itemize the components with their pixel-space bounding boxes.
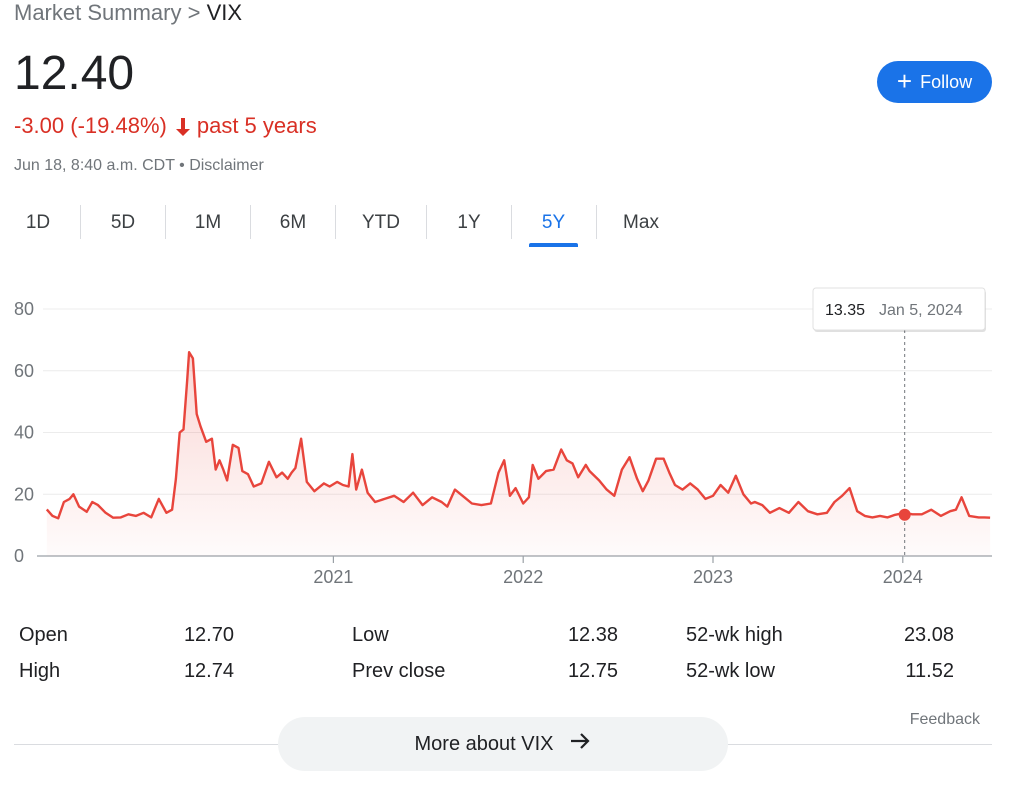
hover-point <box>898 508 911 521</box>
breadcrumb-current: VIX <box>206 0 243 25</box>
y-tick-label: 0 <box>14 546 24 566</box>
range-tabs: 1D 5D 1M 6M YTD 1Y 5Y Max <box>0 203 700 247</box>
stat-value-52wk-high: 23.08 <box>903 624 954 646</box>
tab-5y[interactable]: 5Y <box>529 203 578 247</box>
more-about-label: More about VIX <box>414 732 554 755</box>
tab-separator <box>335 205 336 239</box>
tab-ytd[interactable]: YTD <box>354 203 408 247</box>
tab-6m[interactable]: 6M <box>271 203 315 247</box>
stat-label-high: High <box>19 660 61 682</box>
tab-label: Max <box>623 212 659 233</box>
stat-label-open: Open <box>19 624 68 646</box>
stat-label-52wk-low: 52-wk low <box>686 660 775 682</box>
x-tick-label: 2023 <box>693 567 733 587</box>
tab-label: 5Y <box>541 212 566 233</box>
tab-max[interactable]: Max <box>616 203 666 247</box>
tab-label: 6M <box>279 212 307 233</box>
breadcrumb-parent[interactable]: Market Summary <box>14 0 181 25</box>
series-area <box>46 352 991 556</box>
stat-label-prev-close: Prev close <box>352 660 446 682</box>
tab-label: YTD <box>362 212 400 233</box>
y-tick-label: 20 <box>14 484 34 504</box>
timestamp-line: Jun 18, 8:40 a.m. CDT • Disclaimer <box>14 155 264 177</box>
tab-separator <box>250 205 251 239</box>
stat-value-high: 12.74 <box>183 660 234 682</box>
tab-5d[interactable]: 5D <box>101 203 145 247</box>
tab-separator <box>596 205 597 239</box>
stat-value-prev-close: 12.75 <box>567 660 618 682</box>
change-period: past 5 years <box>196 113 317 138</box>
x-tick-label: 2022 <box>503 567 543 587</box>
plus-icon: + <box>896 66 913 96</box>
price-chart[interactable]: 0 20 40 60 80 2021 2022 2023 2024 13.35 Jan 5, 202… <box>0 280 1026 600</box>
stat-label-low: Low <box>352 624 389 646</box>
stat-value-open: 12.70 <box>183 624 234 646</box>
tab-separator <box>80 205 81 239</box>
tab-separator <box>511 205 512 239</box>
tooltip-value: 13.35 <box>825 302 865 319</box>
disclaimer-link[interactable]: Disclaimer <box>189 157 264 174</box>
stat-label-52wk-high: 52-wk high <box>686 624 783 646</box>
x-tick-label: 2024 <box>883 567 923 587</box>
current-price: 12.40 <box>14 47 135 100</box>
bullet-separator: • <box>179 157 185 174</box>
follow-label: Follow <box>920 71 973 92</box>
feedback-link[interactable]: Feedback <box>910 711 980 729</box>
more-about-button[interactable]: More about VIX <box>278 717 728 771</box>
arrow-right-icon <box>569 731 591 757</box>
tab-1y[interactable]: 1Y <box>447 203 491 247</box>
tab-separator <box>426 205 427 239</box>
tab-1d[interactable]: 1D <box>16 203 60 247</box>
tab-label: 1M <box>194 212 222 233</box>
stat-value-low: 12.38 <box>567 624 618 646</box>
x-tick-label: 2021 <box>313 567 353 587</box>
timestamp: Jun 18, 8:40 a.m. CDT <box>14 157 175 174</box>
y-tick-label: 80 <box>14 299 34 319</box>
arrow-down-icon <box>175 116 191 136</box>
tooltip-date: Jan 5, 2024 <box>879 302 963 319</box>
y-tick-label: 60 <box>14 361 34 381</box>
tab-separator <box>165 205 166 239</box>
tab-label: 1D <box>25 212 51 233</box>
change-value: -3.00 (-19.48%) <box>14 113 167 138</box>
y-tick-label: 40 <box>14 423 34 443</box>
tab-label: 5D <box>110 212 136 233</box>
tab-1m[interactable]: 1M <box>186 203 230 247</box>
breadcrumb-separator: > <box>187 0 201 25</box>
stat-value-52wk-low: 11.52 <box>905 660 954 682</box>
tab-label: 1Y <box>457 212 481 233</box>
breadcrumb: Market Summary > VIX <box>14 0 242 26</box>
price-change: -3.00 (-19.48%) past 5 years <box>14 112 317 140</box>
follow-button[interactable]: + Follow <box>877 61 992 103</box>
